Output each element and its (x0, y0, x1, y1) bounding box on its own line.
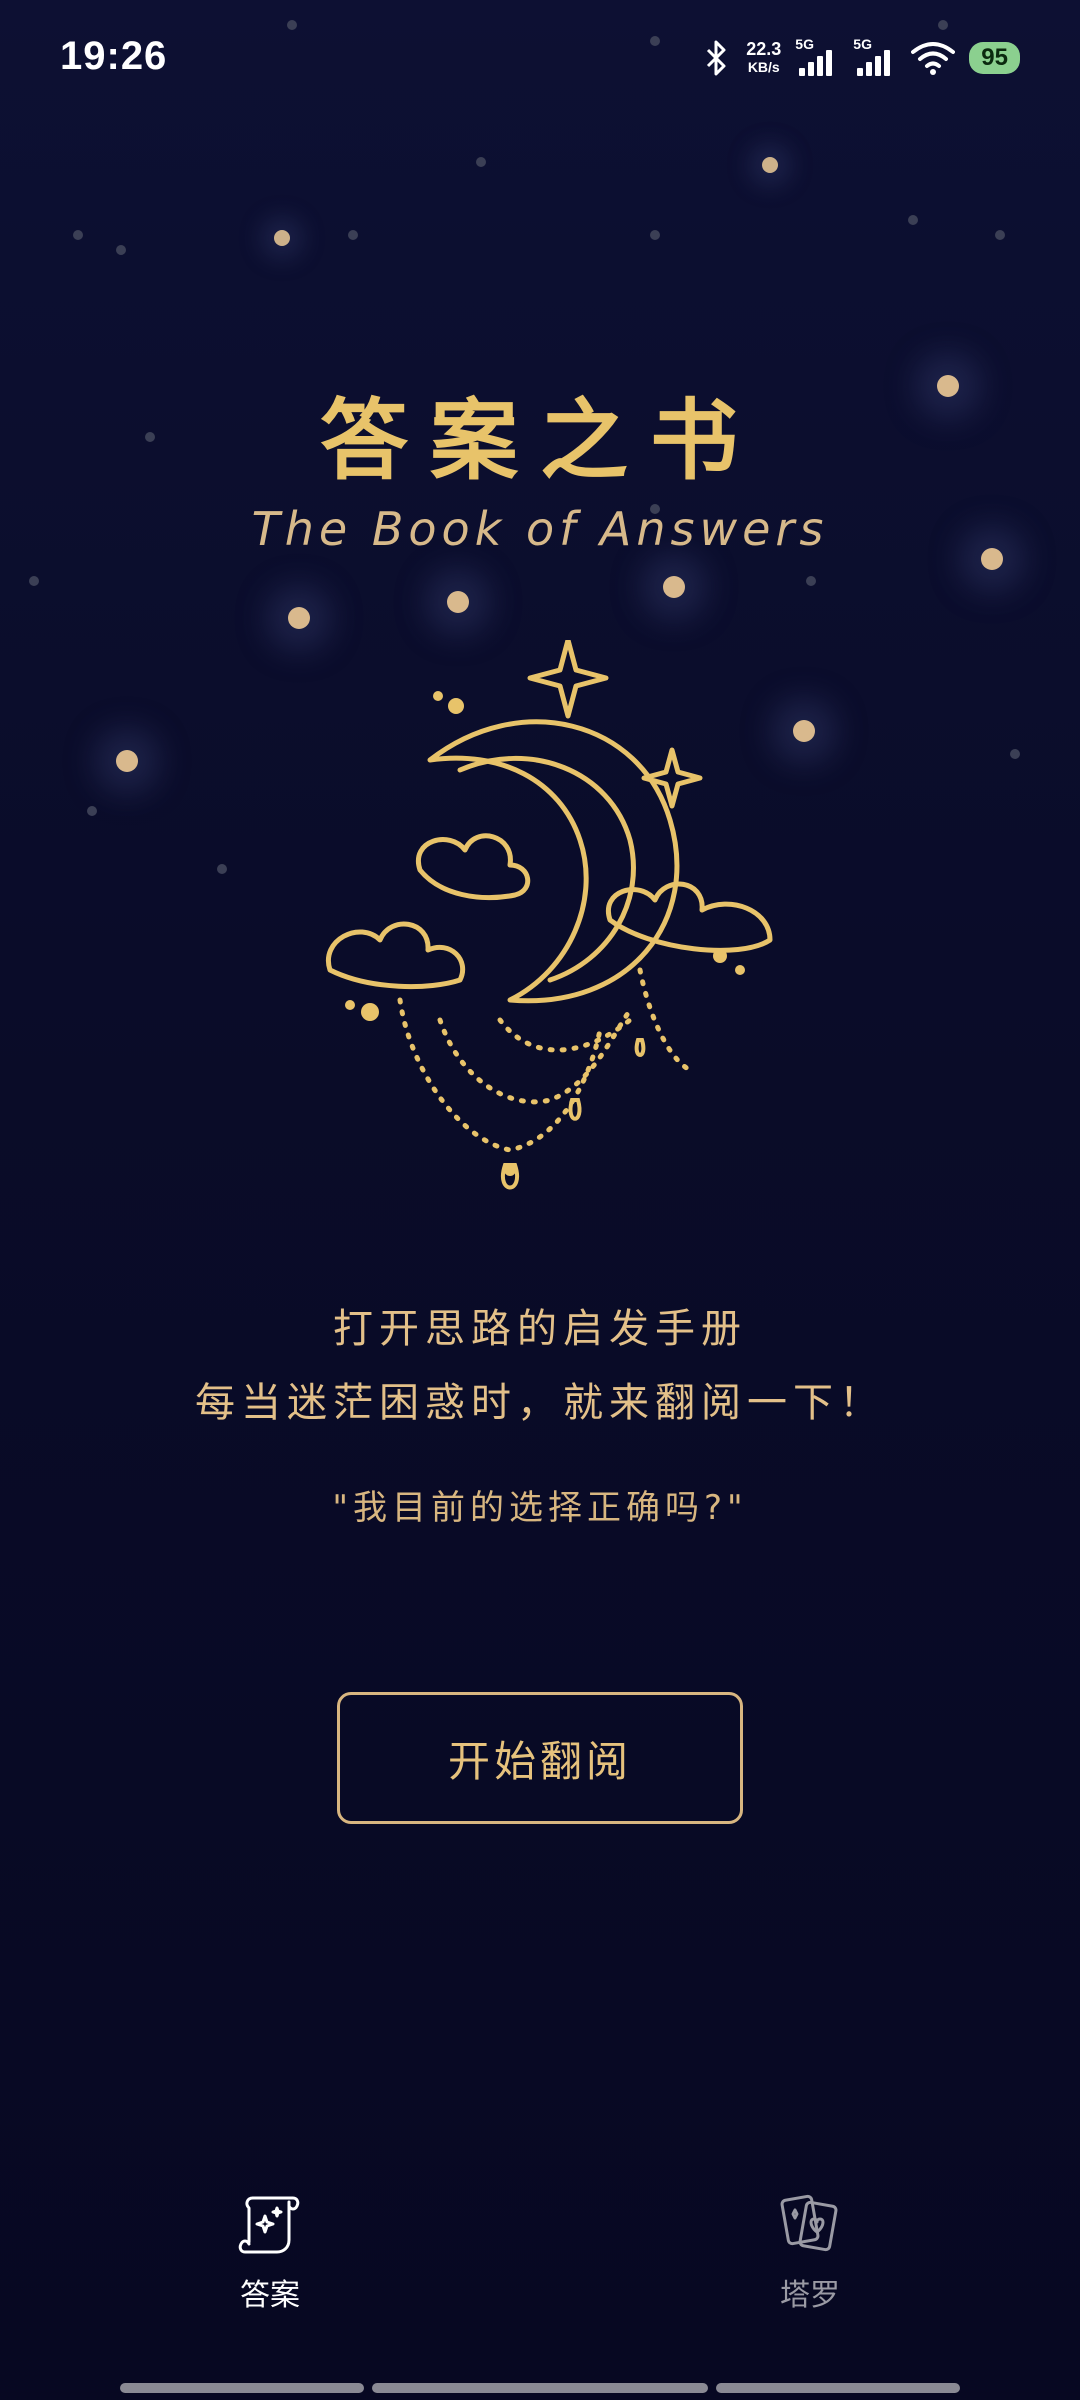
signal-icon: 5G (853, 36, 897, 80)
bluetooth-icon (707, 40, 726, 76)
tab-answers-label: 答案 (240, 2278, 300, 2313)
start-reading-button[interactable]: 开始翻阅 (337, 1692, 743, 1824)
star (1010, 749, 1020, 759)
star (908, 215, 918, 225)
intro-line-1: 打开思路的启发手册 (333, 1306, 747, 1352)
signal-icon: 5G (795, 36, 839, 80)
bottom-tab-bar: 答案 塔罗 (0, 2190, 1080, 2340)
star (287, 20, 297, 30)
star (806, 576, 816, 586)
intro-line-2: 每当迷茫困惑时，就来翻阅一下！ (195, 1380, 885, 1426)
tarot-cards-icon (780, 2194, 838, 2252)
status-icons: 22.3 KB/s 5G 5G 95 (702, 30, 1020, 86)
star (116, 750, 138, 772)
status-bar: 19:26 22.3 KB/s 5G 5G 95 (0, 0, 1080, 120)
star (995, 230, 1005, 240)
battery-icon: 95 (969, 42, 1020, 74)
star (288, 607, 310, 629)
page-title: 答案之书 (319, 389, 760, 492)
star (116, 245, 126, 255)
page-subtitle: The Book of Answers (251, 502, 829, 556)
star (348, 230, 358, 240)
star (650, 36, 660, 46)
home-indicator[interactable] (120, 2383, 364, 2393)
star (476, 157, 486, 167)
home-indicator[interactable] (372, 2383, 708, 2393)
star (663, 576, 685, 598)
home-indicator[interactable] (716, 2383, 960, 2393)
tab-answers[interactable]: 答案 (170, 2190, 370, 2340)
star (73, 230, 83, 240)
tab-tarot-label: 塔罗 (780, 2278, 840, 2313)
crescent-moon-icon (325, 640, 773, 1190)
network-speed: 22.3 KB/s (746, 39, 782, 75)
example-question: "我目前的选择正确吗?" (332, 1488, 748, 1528)
star (29, 576, 39, 586)
wifi-icon (911, 42, 956, 75)
star (217, 864, 227, 874)
star (938, 20, 948, 30)
status-time: 19:26 (60, 34, 168, 78)
star (650, 230, 660, 240)
star (762, 157, 778, 173)
star (274, 230, 290, 246)
star (447, 591, 469, 613)
star (87, 806, 97, 816)
tab-tarot[interactable]: 塔罗 (710, 2190, 910, 2340)
scroll-icon (238, 2196, 300, 2254)
